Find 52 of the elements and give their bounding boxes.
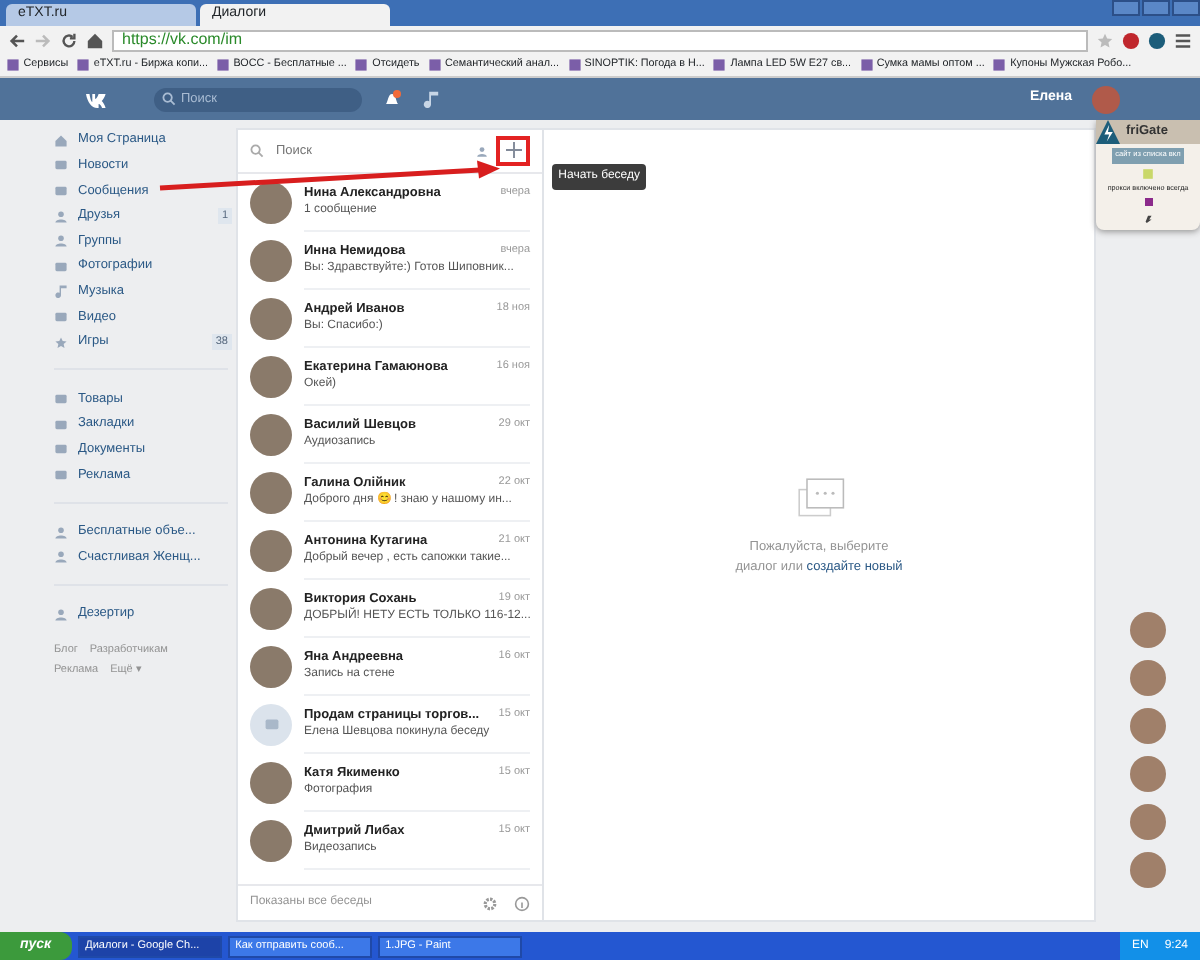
photo-placeholder[interactable] — [250, 530, 292, 572]
photo-placeholder[interactable] — [250, 240, 292, 282]
settings-icon[interactable] — [482, 895, 498, 911]
menu-item-icon — [54, 550, 68, 565]
bookmark-icon — [567, 57, 582, 72]
bell-icon[interactable] — [381, 89, 401, 109]
photo-placeholder[interactable] — [250, 182, 292, 224]
photo-placeholder[interactable] — [250, 298, 292, 340]
photo-placeholder[interactable] — [1130, 756, 1166, 793]
photo-placeholder[interactable] — [250, 356, 292, 398]
search-icon — [250, 144, 264, 158]
window-control-button[interactable] — [1172, 0, 1200, 16]
bookmark-icon — [216, 57, 230, 72]
photo-placeholder[interactable] — [1130, 612, 1166, 649]
bookmark-icon — [712, 57, 727, 72]
photo-placeholder[interactable] — [1130, 804, 1166, 841]
home-icon[interactable] — [86, 31, 104, 49]
chat-icon — [261, 717, 281, 733]
photo-placeholder[interactable] — [250, 472, 292, 514]
search-icon — [161, 92, 175, 106]
lightning-icon[interactable] — [1096, 120, 1120, 144]
bookmark-icon — [992, 57, 1007, 72]
bookmark-icon — [859, 57, 874, 72]
back-icon[interactable] — [8, 31, 26, 49]
menu-icon[interactable] — [1174, 31, 1192, 49]
menu-item-icon — [54, 335, 68, 350]
new-chat-button[interactable] — [496, 136, 530, 166]
photo-placeholder[interactable] — [250, 414, 292, 456]
photo-placeholder[interactable] — [1130, 708, 1166, 745]
bookmark-icon — [6, 57, 20, 72]
reload-icon[interactable] — [60, 31, 78, 49]
plus-icon — [505, 142, 521, 159]
bookmark-icon — [354, 57, 369, 72]
photo-placeholder[interactable] — [250, 820, 292, 862]
music-icon[interactable] — [421, 90, 439, 108]
photo-placeholder[interactable] — [1130, 852, 1166, 889]
info-icon[interactable] — [514, 895, 530, 911]
photo-placeholder[interactable] — [250, 588, 292, 630]
star-icon[interactable] — [1096, 31, 1114, 49]
address-bar[interactable]: https://vk.com/im — [112, 29, 1088, 51]
menu-item-icon — [54, 607, 68, 622]
menu-item-icon — [54, 209, 68, 224]
photo-placeholder[interactable] — [250, 646, 292, 688]
bookmark-icon — [76, 57, 91, 72]
photo-placeholder[interactable] — [1130, 660, 1166, 697]
photo-placeholder[interactable] — [250, 762, 292, 804]
bookmark-icon — [427, 57, 442, 72]
window-control-button[interactable] — [1142, 0, 1170, 16]
window-control-button[interactable] — [1112, 0, 1140, 16]
menu-item-icon — [54, 234, 68, 249]
menu-item-icon — [54, 525, 68, 540]
person-icon[interactable] — [476, 145, 488, 157]
